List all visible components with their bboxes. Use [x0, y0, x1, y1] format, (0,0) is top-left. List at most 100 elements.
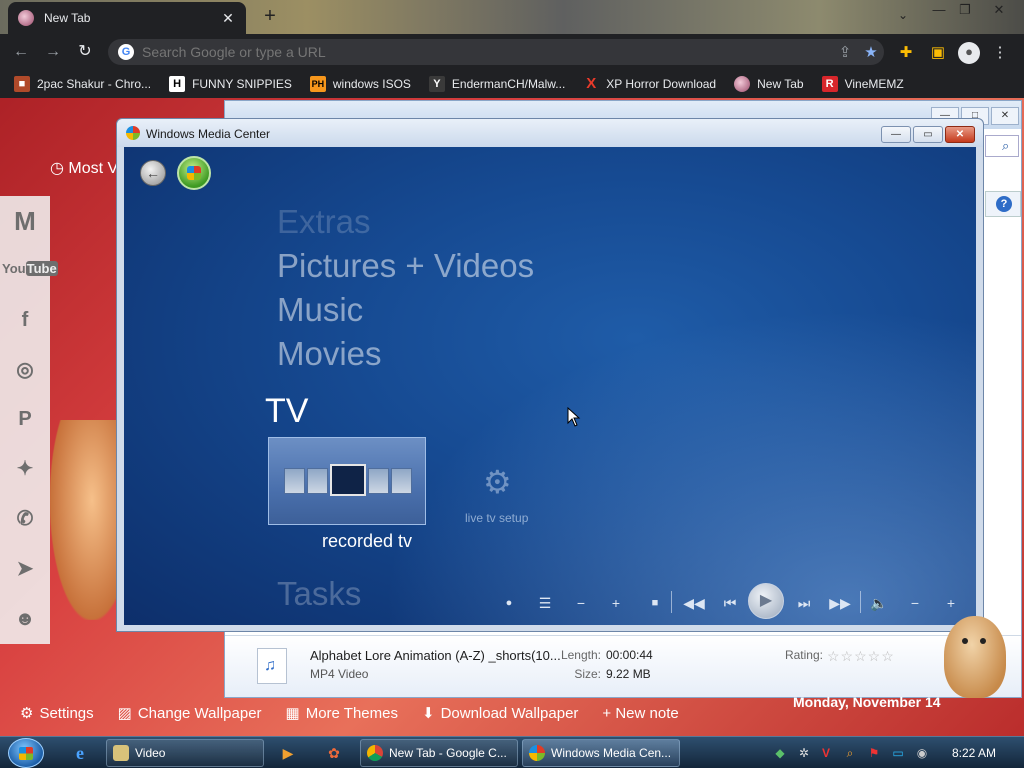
tab-new-tab[interactable]: New Tab ✕ — [8, 2, 246, 34]
whatsapp-icon[interactable]: ✆ — [8, 502, 42, 536]
new-tab-button[interactable]: + — [258, 6, 282, 28]
2pac-favicon-icon: ■ — [14, 76, 30, 92]
tray-volume-icon[interactable]: ◉ — [914, 745, 930, 761]
bookmark-xp-horror[interactable]: X XP Horror Download — [583, 76, 716, 92]
wmc-maximize-icon[interactable]: ▭ — [913, 126, 943, 143]
chrome-toolbar: ← → ↻ G ⇪ ★ ✚ ▣ ● ⋮ — [0, 34, 1024, 70]
chevron-down-icon[interactable]: ⌄ — [898, 8, 908, 22]
start-orb-icon[interactable] — [8, 738, 44, 768]
back-arrow-icon[interactable]: ← — [10, 41, 32, 63]
forward-arrow-icon[interactable]: → — [42, 41, 64, 63]
explorer-close-icon[interactable]: ✕ — [991, 107, 1019, 125]
restore-icon[interactable]: ❐ — [948, 0, 982, 22]
rewind-icon[interactable]: ◀◀ — [683, 593, 705, 613]
bookmark-windows-isos[interactable]: PH windows ISOS — [309, 76, 411, 92]
facebook-icon[interactable]: f — [8, 303, 42, 337]
bookmark-new-tab[interactable]: New Tab — [734, 76, 804, 92]
bookmark-2pac[interactable]: ■ 2pac Shakur - Chro... — [14, 76, 151, 92]
gear-icon[interactable]: ⚙ — [483, 463, 512, 501]
mute-speaker-icon[interactable]: 🔈 — [868, 593, 890, 613]
bookmark-vinememz[interactable]: R VineMEMZ — [821, 76, 904, 92]
volume-up-icon[interactable]: + — [940, 593, 962, 613]
more-themes-button[interactable]: ▦ More Themes — [286, 704, 398, 723]
menu-tasks[interactable]: Tasks — [277, 575, 361, 613]
tray-v-icon[interactable]: V — [818, 745, 834, 761]
share-icon[interactable]: ⇪ — [832, 43, 858, 61]
wmc-minimize-icon[interactable]: — — [881, 126, 911, 143]
stop-icon[interactable]: ■ — [644, 593, 666, 613]
media-player-icon[interactable]: ▶ — [278, 743, 298, 763]
bookmark-endermanch[interactable]: Y EndermanCH/Malw... — [428, 76, 565, 92]
side-panel-icon[interactable]: ▣ — [928, 43, 948, 63]
omnibox-input[interactable] — [142, 44, 832, 60]
tab-close-icon[interactable]: ✕ — [220, 10, 236, 27]
close-icon[interactable]: ✕ — [982, 0, 1016, 22]
menu-pictures-videos[interactable]: Pictures + Videos — [277, 247, 534, 285]
internet-explorer-icon[interactable]: e — [70, 743, 90, 763]
paint-icon[interactable]: ✿ — [324, 743, 344, 763]
gmail-icon[interactable]: M — [8, 204, 42, 238]
omnibox[interactable]: G ⇪ ★ — [108, 39, 884, 65]
guide-list-icon[interactable]: ☰ — [534, 593, 556, 613]
wmc-title: Windows Media Center — [146, 127, 271, 141]
menu-tv[interactable]: TV — [265, 392, 308, 431]
rating-stars[interactable]: ☆☆☆☆☆ — [827, 648, 895, 665]
twitter-icon[interactable]: ✦ — [8, 452, 42, 486]
wmc-window: Windows Media Center — ▭ ✕ ← Extras Pict… — [116, 118, 984, 632]
taskbar-item-wmc[interactable]: Windows Media Cen... — [522, 739, 680, 767]
pinterest-icon[interactable]: P — [8, 402, 42, 436]
change-wallpaper-button[interactable]: ▨ Change Wallpaper — [117, 704, 262, 723]
taskbar-item-video[interactable]: Video — [106, 739, 264, 767]
menu-music[interactable]: Music — [277, 291, 363, 329]
instagram-icon[interactable]: ◎ — [8, 353, 42, 387]
history-icon: ◷ — [50, 160, 64, 177]
chrome-tabstrip: New Tab ✕ + ⌄ — ❐ ✕ — [0, 0, 1024, 34]
image-icon: ▨ — [117, 705, 132, 722]
skip-forward-icon[interactable]: ⏭ — [793, 593, 815, 613]
most-visited-heading[interactable]: ◷ Most V — [50, 158, 118, 178]
channel-down-icon[interactable]: − — [570, 593, 592, 613]
explorer-help-icon[interactable]: ? — [985, 191, 1021, 217]
x-favicon-icon: X — [586, 75, 597, 92]
taskbar-clock[interactable]: 8:22 AM — [952, 746, 996, 760]
taskbar: e Video ▶ ✿ New Tab - Google C... Window… — [0, 736, 1024, 768]
fast-forward-icon[interactable]: ▶▶ — [829, 593, 851, 613]
record-icon[interactable]: ● — [498, 593, 520, 613]
tray-display-icon[interactable]: ▭ — [890, 745, 906, 761]
tray-search-icon[interactable]: ⌕ — [842, 745, 858, 761]
youtube-icon[interactable]: YouTube — [2, 252, 58, 286]
social-sidebar: M YouTube f ◎ P ✦ ✆ ➤ ☻ — [0, 196, 58, 644]
channel-up-icon[interactable]: + — [605, 593, 627, 613]
profile-avatar-icon[interactable]: ● — [958, 42, 980, 64]
menu-extras[interactable]: Extras — [277, 203, 371, 241]
wmc-back-icon[interactable]: ← — [140, 160, 166, 186]
reddit-icon[interactable]: ☻ — [8, 602, 42, 636]
telegram-icon[interactable]: ➤ — [8, 552, 42, 586]
tray-network-icon[interactable]: ◆ — [772, 745, 788, 761]
volume-down-icon[interactable]: − — [904, 593, 926, 613]
newtab-favicon-icon — [18, 10, 34, 26]
tray-gear-icon[interactable]: ✲ — [796, 745, 812, 761]
file-name: Alphabet Lore Animation (A-Z) _shorts(10… — [310, 648, 561, 663]
settings-button[interactable]: ⚙ Settings — [20, 704, 94, 723]
wmc-close-icon[interactable]: ✕ — [945, 126, 975, 143]
reload-icon[interactable]: ↻ — [74, 41, 96, 63]
more-menu-icon[interactable]: ⋮ — [990, 43, 1010, 63]
wmc-start-orb-icon[interactable] — [177, 156, 211, 190]
recorded-tv-tile[interactable] — [268, 437, 426, 525]
new-note-button[interactable]: + New note — [602, 705, 678, 722]
bookmark-funny-snippies[interactable]: H FUNNY SNIPPIES — [169, 76, 292, 92]
wallpaper-fox — [50, 420, 120, 620]
download-wallpaper-button[interactable]: ⬇ Download Wallpaper — [422, 704, 578, 723]
menu-movies[interactable]: Movies — [277, 335, 382, 373]
explorer-search-icon[interactable]: ⌕ — [985, 135, 1019, 157]
explorer-details-pane: ♫ Alphabet Lore Animation (A-Z) _shorts(… — [225, 635, 1021, 697]
extensions-puzzle-icon[interactable]: ✚ — [896, 43, 916, 63]
taskbar-item-chrome[interactable]: New Tab - Google C... — [360, 739, 518, 767]
play-icon[interactable]: ▶ — [748, 583, 784, 619]
tray-flag-icon[interactable]: ⚑ — [866, 745, 882, 761]
chrome-icon — [367, 745, 383, 761]
skip-back-icon[interactable]: ⏮ — [719, 593, 741, 613]
bookmark-star-icon[interactable]: ★ — [858, 43, 884, 61]
live-tv-setup-label[interactable]: live tv setup — [465, 511, 528, 525]
